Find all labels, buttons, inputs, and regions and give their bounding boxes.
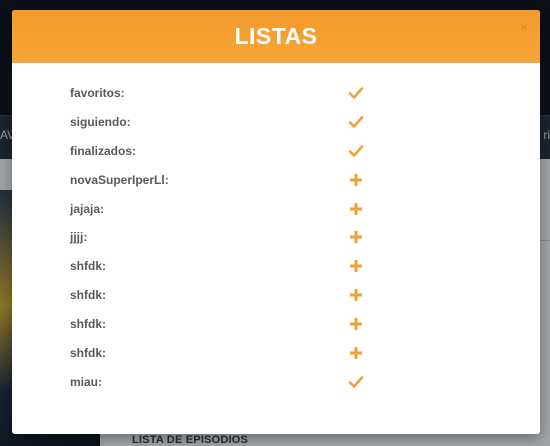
remove-from-list-button[interactable] [348, 114, 366, 132]
lists-container: favoritos: siguiendo: finalizados: novaSupe… [12, 86, 540, 404]
close-button[interactable]: × [520, 20, 528, 34]
list-item: jjjj: [12, 230, 540, 259]
list-item: novaSuperIperLl: [12, 173, 540, 202]
add-to-list-button[interactable] [348, 229, 366, 247]
modal-header: LISTAS × [12, 10, 540, 63]
add-to-list-button[interactable] [348, 172, 366, 190]
add-to-list-button[interactable] [348, 316, 366, 334]
list-item: shfdk: [12, 346, 540, 375]
add-to-list-button[interactable] [348, 258, 366, 276]
add-to-list-button[interactable] [348, 345, 366, 363]
list-item-label: jajaja: [70, 201, 105, 216]
checkmark-icon [348, 85, 366, 101]
plus-icon [348, 287, 366, 303]
list-item-label: novaSuperIperLl: [70, 172, 169, 187]
add-to-list-button[interactable] [348, 201, 366, 219]
checkmark-icon [348, 374, 366, 390]
plus-icon [348, 345, 366, 361]
list-item-label: shfdk: [70, 346, 106, 361]
list-item: finalizados: [12, 144, 540, 173]
list-item: shfdk: [12, 259, 540, 288]
add-to-list-button[interactable] [348, 287, 366, 305]
list-item: favoritos: [12, 86, 540, 115]
plus-icon [348, 229, 366, 245]
plus-icon [348, 258, 366, 274]
list-item-label: siguiendo: [70, 114, 131, 129]
plus-icon [348, 316, 366, 332]
list-item-label: miau: [70, 374, 103, 389]
list-item-label: finalizados: [70, 143, 137, 158]
checkmark-icon [348, 114, 366, 130]
list-item-label: shfdk: [70, 288, 106, 303]
list-item: jajaja: [12, 202, 540, 231]
list-item-label: favoritos: [70, 86, 125, 100]
plus-icon [348, 201, 366, 217]
plus-icon [348, 172, 366, 188]
list-item-label: shfdk: [70, 317, 106, 332]
list-item-label: shfdk: [70, 259, 106, 274]
lists-modal: LISTAS × favoritos: siguiendo: finalizados… [12, 10, 540, 434]
remove-from-list-button[interactable] [348, 85, 366, 103]
list-item: miau: [12, 375, 540, 404]
checkmark-icon [348, 143, 366, 159]
list-item: shfdk: [12, 317, 540, 346]
modal-title: LISTAS [234, 23, 318, 49]
list-item: siguiendo: [12, 115, 540, 144]
remove-from-list-button[interactable] [348, 374, 366, 392]
remove-from-list-button[interactable] [348, 143, 366, 161]
list-item: shfdk: [12, 288, 540, 317]
list-item-label: jjjj: [70, 230, 88, 245]
